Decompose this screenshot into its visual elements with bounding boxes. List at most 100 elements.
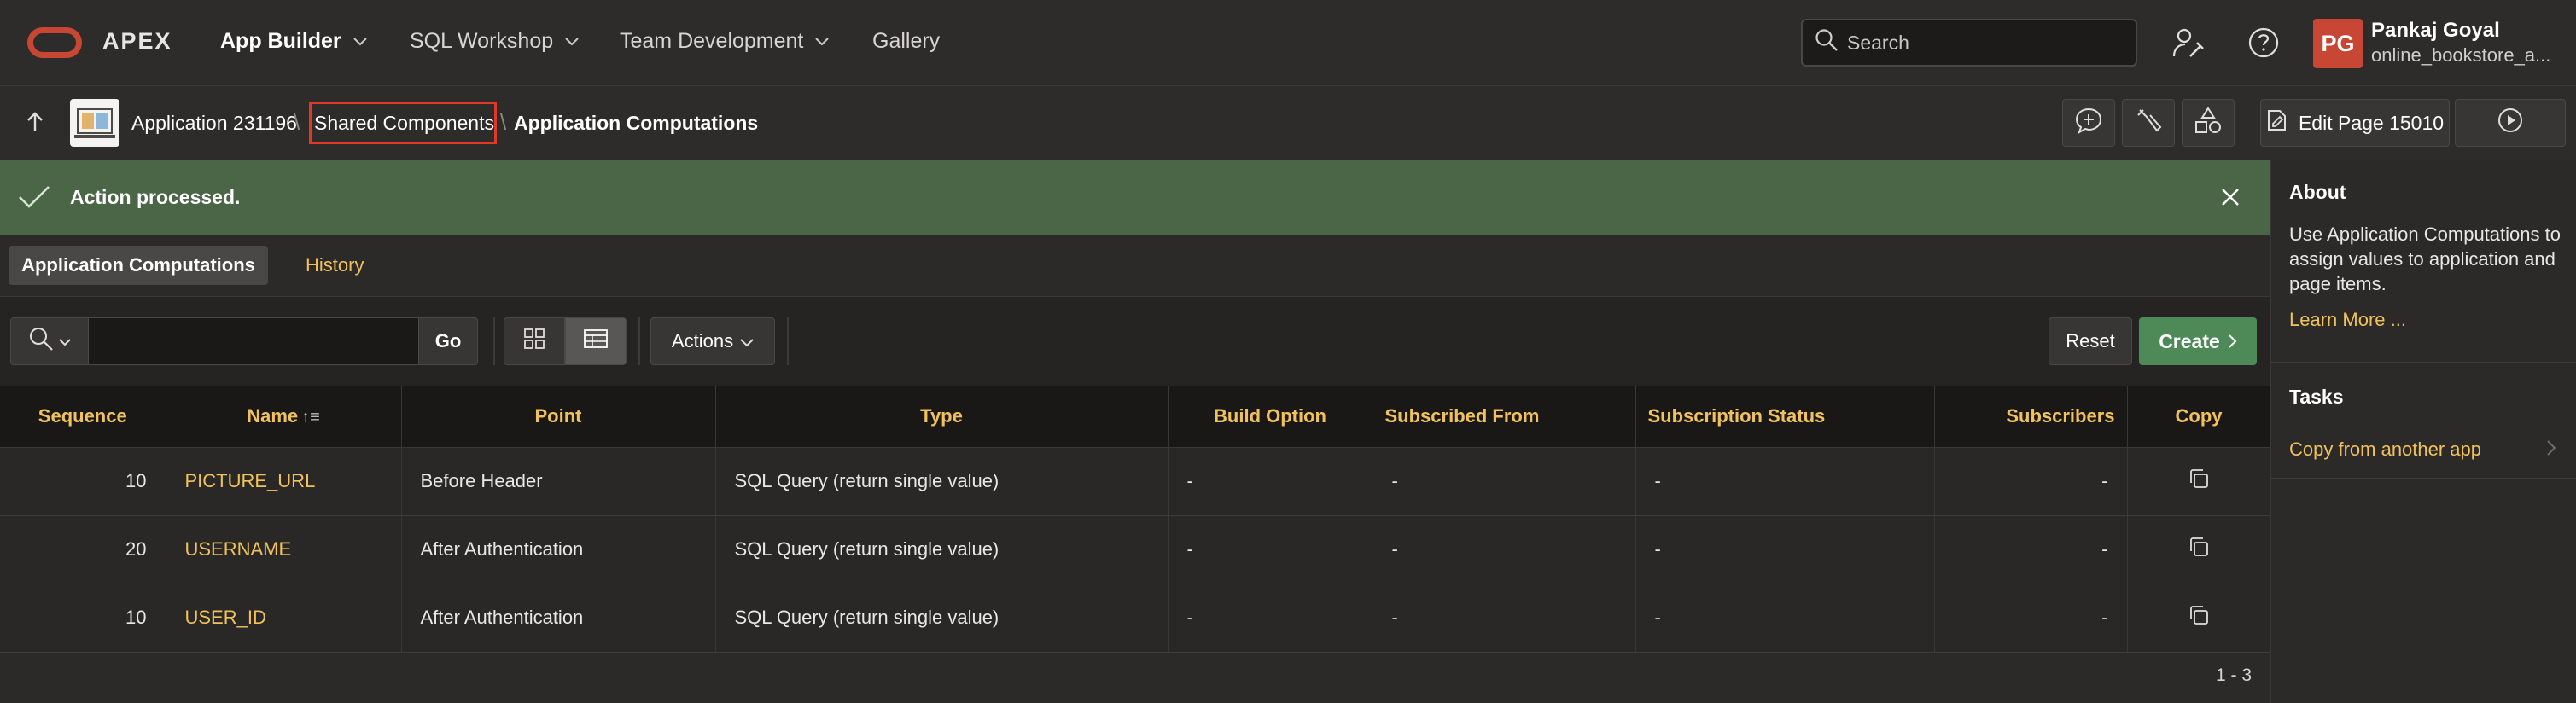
user-name[interactable]: Pankaj Goyal xyxy=(2371,19,2500,43)
cell-build-option: - xyxy=(1168,515,1373,584)
learn-more-link[interactable]: Learn More ... xyxy=(2289,309,2406,331)
shared-components-button[interactable] xyxy=(2182,99,2235,147)
close-icon[interactable] xyxy=(2218,184,2243,215)
cell-copy xyxy=(2127,447,2271,516)
cell-name-link[interactable]: PICTURE_URL xyxy=(166,447,402,516)
chevron-down-icon xyxy=(565,37,579,46)
create-label: Create xyxy=(2159,329,2220,352)
team-dev-feedback-button[interactable] xyxy=(2062,99,2115,147)
create-button[interactable]: Create xyxy=(2139,317,2257,365)
application-icon[interactable] xyxy=(70,99,119,147)
side-divider xyxy=(2270,362,2576,363)
task-copy-from-app-link[interactable]: Copy from another app xyxy=(2289,439,2481,461)
cell-sequence: 20 xyxy=(0,515,166,584)
cell-point: After Authentication xyxy=(401,515,716,584)
cell-subscribed-from: - xyxy=(1373,447,1636,516)
shapes-icon xyxy=(2194,107,2223,139)
edit-page-button[interactable]: Edit Page 15010 xyxy=(2260,99,2450,147)
developer-tools-button[interactable] xyxy=(2122,99,2175,147)
actions-label: Actions xyxy=(671,330,734,352)
search-column-button[interactable] xyxy=(10,317,89,365)
actions-menu-button[interactable]: Actions xyxy=(650,317,775,365)
breadcrumb-separator: \ xyxy=(500,109,507,135)
column-header-type[interactable]: Type xyxy=(715,386,1169,448)
nav-sql-workshop[interactable]: SQL Workshop xyxy=(410,29,579,54)
success-message: Action processed. xyxy=(70,186,241,208)
avatar[interactable]: PG xyxy=(2313,19,2363,68)
table-footer xyxy=(0,653,2270,703)
table-header-row: Sequence Name ↑≡ Point Type Build Option … xyxy=(0,386,2271,448)
arrow-up-icon[interactable] xyxy=(26,112,44,137)
table-icon xyxy=(583,328,609,355)
cell-point: After Authentication xyxy=(401,584,716,653)
column-header-point[interactable]: Point xyxy=(401,386,716,448)
check-icon xyxy=(17,184,51,215)
report-search-input[interactable] xyxy=(89,317,418,365)
search-input[interactable] xyxy=(1847,31,2120,55)
report-view-button[interactable] xyxy=(565,317,627,365)
nav-gallery-label: Gallery xyxy=(872,29,941,53)
cell-subscription-status: - xyxy=(1635,447,1935,516)
cell-subscribers: - xyxy=(1934,515,2128,584)
apex-brand[interactable]: APEX xyxy=(102,28,172,55)
copy-icon[interactable] xyxy=(2187,606,2211,631)
search-icon xyxy=(1815,28,1839,57)
copy-icon[interactable] xyxy=(2187,537,2211,563)
pagination-info: 1 - 3 xyxy=(2216,665,2253,685)
nav-team-development-label: Team Development xyxy=(620,29,804,53)
edit-page-label: Edit Page 15010 xyxy=(2298,111,2445,134)
user-workspace[interactable]: online_bookstore_a... xyxy=(2371,44,2550,67)
column-header-subscribed-from[interactable]: Subscribed From xyxy=(1373,386,1636,448)
column-header-name[interactable]: Name ↑≡ xyxy=(166,386,402,448)
chevron-right-icon xyxy=(2229,330,2237,353)
cell-subscribed-from: - xyxy=(1373,584,1636,653)
computations-table: Sequence Name ↑≡ Point Type Build Option … xyxy=(0,386,2271,653)
copy-icon[interactable] xyxy=(2187,469,2211,495)
cell-sequence: 10 xyxy=(0,447,166,516)
tasks-heading: Tasks xyxy=(2289,386,2344,408)
about-text: Use Application Computations to assign v… xyxy=(2289,224,2561,294)
reset-button[interactable]: Reset xyxy=(2049,317,2132,365)
cell-subscription-status: - xyxy=(1635,515,1935,584)
table-row: 10 USER_ID After Authentication SQL Quer… xyxy=(0,584,2271,653)
chevron-down-icon xyxy=(353,37,367,46)
cell-build-option: - xyxy=(1168,447,1373,516)
go-button[interactable]: Go xyxy=(418,317,478,365)
help-icon[interactable] xyxy=(2245,24,2282,61)
tab-history[interactable]: History xyxy=(306,254,364,276)
run-page-button[interactable] xyxy=(2455,99,2566,147)
toolbar-divider xyxy=(493,317,495,365)
column-header-sequence[interactable]: Sequence xyxy=(0,386,166,448)
success-banner xyxy=(0,160,2270,235)
cell-subscribers: - xyxy=(1934,584,2128,653)
column-header-build-option[interactable]: Build Option xyxy=(1168,386,1373,448)
edit-page-icon xyxy=(2266,108,2288,137)
column-header-copy: Copy xyxy=(2127,386,2271,448)
table-row: 10 PICTURE_URL Before Header SQL Query (… xyxy=(0,447,2271,516)
nav-team-development[interactable]: Team Development xyxy=(620,29,830,54)
toolbar-divider xyxy=(787,317,789,365)
column-header-subscription-status[interactable]: Subscription Status xyxy=(1635,386,1935,448)
tab-application-computations[interactable]: Application Computations xyxy=(9,246,268,285)
toolbar-divider xyxy=(638,317,640,365)
cell-type: SQL Query (return single value) xyxy=(715,584,1169,653)
nav-gallery[interactable]: Gallery xyxy=(872,29,940,54)
breadcrumb-application[interactable]: Application 231196 xyxy=(131,112,297,135)
cell-build-option: - xyxy=(1168,584,1373,653)
admin-tools-icon[interactable] xyxy=(2170,24,2207,61)
nav-app-builder-label: App Builder xyxy=(220,29,341,53)
side-divider xyxy=(2270,478,2576,479)
chevron-down-icon xyxy=(740,330,754,352)
column-header-subscribers[interactable]: Subscribers xyxy=(1934,386,2128,448)
cell-subscribers: - xyxy=(1934,447,2128,516)
global-search[interactable] xyxy=(1801,19,2137,67)
oracle-logo-icon[interactable] xyxy=(27,27,82,58)
nav-app-builder[interactable]: App Builder xyxy=(220,29,367,54)
cell-name-link[interactable]: USERNAME xyxy=(166,515,402,584)
cell-name-link[interactable]: USER_ID xyxy=(166,584,402,653)
breadcrumb-separator: \ xyxy=(294,109,300,135)
chevron-down-icon xyxy=(59,330,71,352)
breadcrumb-shared-components[interactable]: Shared Components xyxy=(314,112,494,135)
icon-view-button[interactable] xyxy=(504,317,565,365)
wrench-icon xyxy=(2135,107,2162,139)
